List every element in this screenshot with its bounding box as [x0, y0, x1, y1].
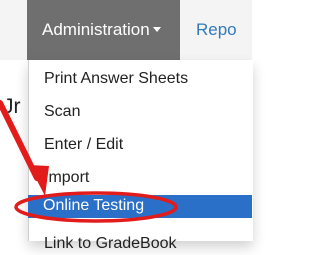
administration-label: Administration	[42, 20, 150, 39]
menu-item-enter-edit[interactable]: Enter / Edit	[44, 134, 123, 156]
menu-item-scan[interactable]: Scan	[44, 101, 80, 123]
administration-dropdown-toggle[interactable]: Administration	[27, 0, 180, 60]
menu-item-import[interactable]: Import	[44, 167, 89, 189]
menu-item-online-testing-highlight[interactable]: Online Testing	[28, 195, 252, 218]
nav-reports-link[interactable]: Repo	[196, 0, 237, 60]
page-heading-partial: Jr	[3, 95, 21, 118]
menu-item-print-answer-sheets[interactable]: Print Answer Sheets	[44, 68, 188, 90]
top-navbar: Administration Repo	[0, 0, 252, 60]
caret-down-icon	[152, 27, 161, 33]
menu-item-online-testing[interactable]: Online Testing	[43, 195, 144, 217]
menu-item-link-to-gradebook[interactable]: Link to GradeBook	[44, 233, 177, 255]
